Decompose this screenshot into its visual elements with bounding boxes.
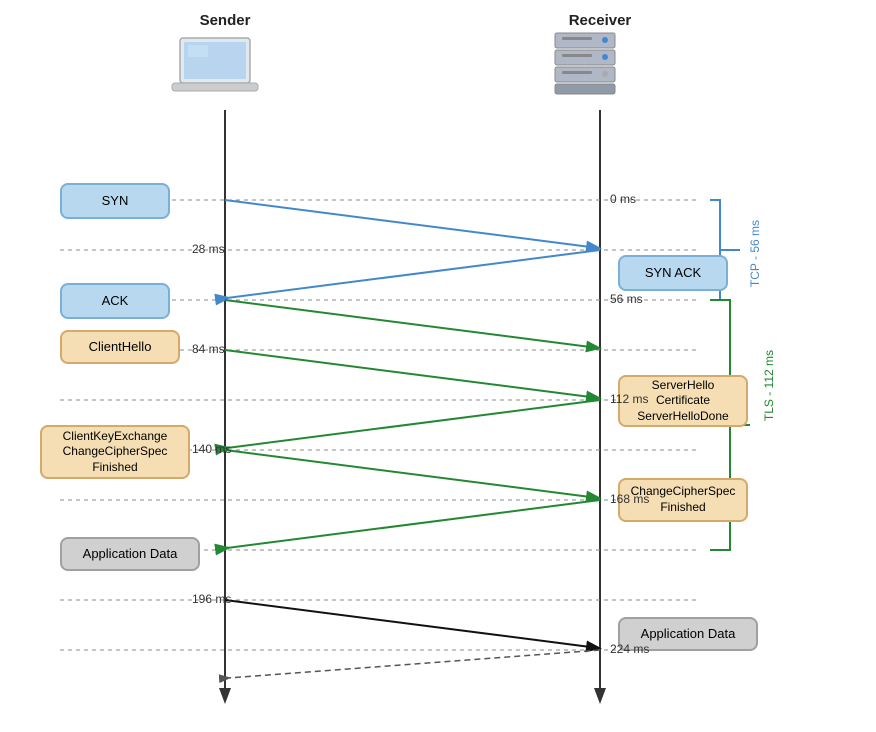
time-224: 224 ms xyxy=(610,642,649,656)
diagram: Sender Receiver xyxy=(0,0,876,732)
tls-brace-label: TLS - 112 ms xyxy=(762,350,776,421)
app-data-sender-box: Application Data xyxy=(60,537,200,571)
time-84: 84 ms xyxy=(192,342,225,356)
time-112: 112 ms xyxy=(610,392,648,406)
ack-box: ACK xyxy=(60,283,170,319)
server-hello-text: ServerHello Certificate ServerHelloDone xyxy=(637,378,728,425)
client-key-text: ClientKeyExchange ChangeCipherSpec Finis… xyxy=(63,429,168,476)
syn-ack-box: SYN ACK xyxy=(618,255,728,291)
time-0: 0 ms xyxy=(610,192,636,206)
time-196: 196 ms xyxy=(192,592,231,606)
time-28: 28 ms xyxy=(192,242,225,256)
time-140: 140 ms xyxy=(192,442,231,456)
client-hello-box: ClientHello xyxy=(60,330,180,364)
syn-box: SYN xyxy=(60,183,170,219)
client-key-box: ClientKeyExchange ChangeCipherSpec Finis… xyxy=(40,425,190,479)
tcp-brace-label: TCP - 56 ms xyxy=(748,220,762,287)
time-168: 168 ms xyxy=(610,492,649,506)
time-56: 56 ms xyxy=(610,292,643,306)
